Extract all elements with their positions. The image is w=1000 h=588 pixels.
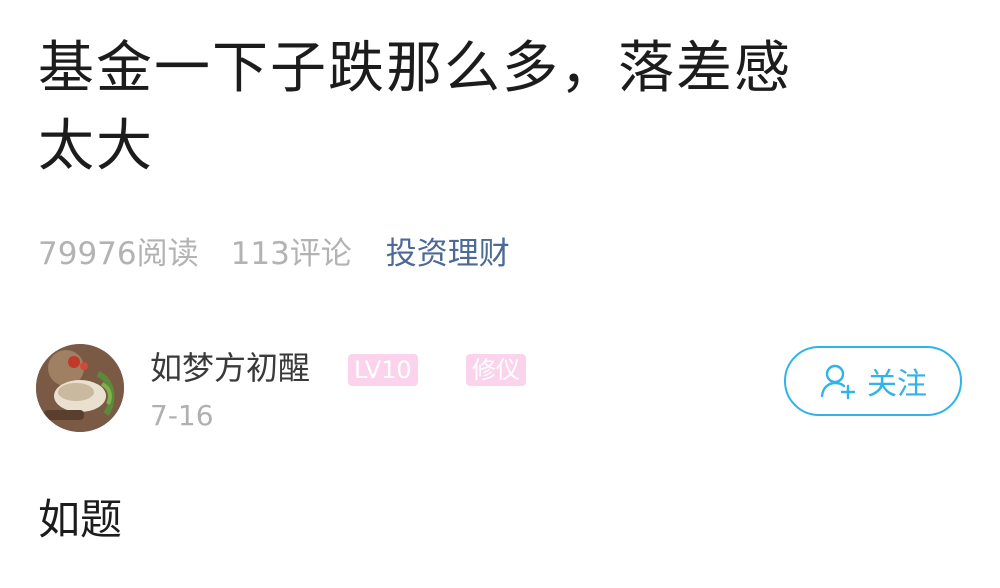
follow-button-label: 关注	[867, 367, 927, 402]
category-link[interactable]: 投资理财	[386, 228, 510, 273]
avatar-image	[36, 344, 124, 432]
follow-button[interactable]: 关注	[784, 346, 962, 416]
author-row: 如梦方初醒 LV10 修仪 7-16 关注	[36, 342, 966, 442]
comment-count-link[interactable]: 113评论	[231, 228, 352, 273]
read-count: 79976阅读	[38, 235, 199, 272]
add-user-icon	[820, 364, 856, 400]
avatar[interactable]	[36, 344, 124, 432]
post-meta: 79976阅读 113评论 投资理财	[38, 226, 510, 274]
post-body: 如题	[38, 495, 123, 544]
level-badge: LV10	[348, 354, 418, 386]
post-title: 基金一下子跌那么多，落差感 太大	[38, 30, 938, 186]
author-name[interactable]: 如梦方初醒	[150, 348, 310, 388]
post-date: 7-16	[150, 399, 214, 432]
post-title-line-2: 太大	[38, 114, 154, 179]
post-title-line-1: 基金一下子跌那么多，落差感	[38, 36, 792, 101]
rank-badge: 修仪	[466, 354, 526, 386]
